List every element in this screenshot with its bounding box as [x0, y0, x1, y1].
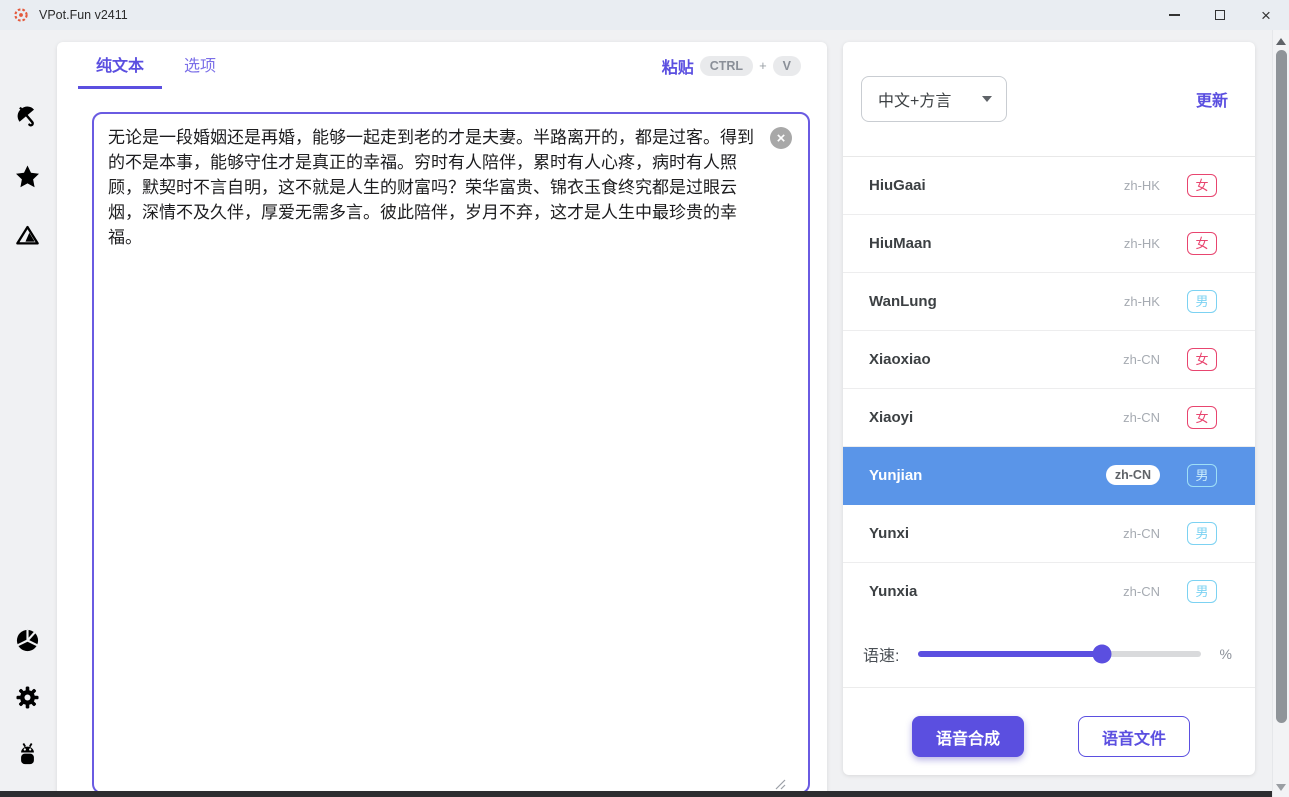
voice-gender-badge: 男 [1187, 464, 1217, 487]
close-button[interactable]: × [1243, 0, 1289, 30]
close-icon: × [1261, 7, 1271, 24]
minimize-button[interactable] [1151, 0, 1197, 30]
chevron-down-icon [982, 96, 992, 102]
voice-name: WanLung [869, 293, 937, 310]
voice-list: HiuGaai zh-HK 女 HiuMaan zh-HK 女 WanLung … [843, 157, 1255, 620]
voice-name: Yunxi [869, 525, 909, 542]
voice-row-meta: zh-CN 女 [1123, 406, 1217, 429]
plus-separator: + [759, 58, 767, 73]
language-filter-value: 中文+方言 [878, 87, 951, 111]
taskbar-strip [0, 791, 1272, 797]
tab-options[interactable]: 选项 [166, 42, 234, 89]
voice-row[interactable]: HiuMaan zh-HK 女 [843, 215, 1255, 273]
scrollbar-thumb[interactable] [1276, 50, 1287, 723]
window-scrollbar[interactable] [1272, 30, 1289, 797]
voice-row-meta: zh-HK 女 [1124, 232, 1217, 255]
voice-locale-tag: zh-CN [1123, 526, 1160, 541]
refresh-voices-button[interactable]: 更新 [1196, 87, 1228, 111]
voice-panel: 中文+方言 更新 HiuGaai zh-HK 女 HiuMaan zh-HK 女… [843, 42, 1255, 775]
actions-section: 语音合成 语音文件 [843, 688, 1255, 772]
star-icon [14, 163, 41, 190]
voice-row[interactable]: Yunjian zh-CN 男 [843, 447, 1255, 505]
voice-locale-tag: zh-CN [1123, 410, 1160, 425]
sidebar-item-robot[interactable] [12, 739, 42, 769]
sidebar-item-mountain[interactable] [12, 220, 42, 250]
sidebar-item-settings[interactable] [12, 682, 42, 712]
synthesize-speech-button[interactable]: 语音合成 [912, 716, 1024, 757]
voice-name: Xiaoyi [869, 409, 913, 426]
voice-locale-tag: zh-CN [1123, 584, 1160, 599]
paste-button[interactable]: 粘贴 [662, 54, 694, 78]
paste-shortcut-group: 粘贴 CTRL + V [662, 42, 801, 89]
voice-row-meta: zh-CN 男 [1123, 522, 1217, 545]
titlebar: VPot.Fun v2411 × [0, 0, 1289, 30]
voice-name: HiuGaai [869, 177, 926, 194]
aperture-icon [14, 627, 41, 654]
voice-row-meta: zh-HK 女 [1124, 174, 1217, 197]
editor-tab-bar: 纯文本 选项 粘贴 CTRL + V [57, 42, 827, 89]
clear-icon: × [777, 131, 786, 146]
sidebar-item-favorites[interactable] [12, 161, 42, 191]
speed-slider-fill [918, 651, 1102, 657]
speed-slider-track[interactable] [918, 651, 1201, 657]
voice-gender-badge: 女 [1187, 406, 1217, 429]
voice-name: Yunjian [869, 467, 922, 484]
ctrl-key-hint: CTRL [700, 56, 753, 76]
voice-locale-tag: zh-HK [1124, 236, 1160, 251]
minimize-icon [1169, 14, 1180, 15]
speed-slider-thumb[interactable] [1093, 644, 1112, 663]
voice-name: Xiaoxiao [869, 351, 931, 368]
language-filter-dropdown[interactable]: 中文+方言 [861, 76, 1007, 122]
voice-row[interactable]: HiuGaai zh-HK 女 [843, 157, 1255, 215]
speech-file-button[interactable]: 语音文件 [1078, 716, 1190, 757]
voice-panel-header: 中文+方言 更新 [843, 42, 1255, 157]
voice-row[interactable]: Yunxi zh-CN 男 [843, 505, 1255, 563]
voice-row-meta: zh-HK 男 [1124, 290, 1217, 313]
scroll-up-arrow-icon[interactable] [1276, 38, 1286, 45]
voice-name: HiuMaan [869, 235, 932, 252]
left-icon-rail [0, 30, 57, 791]
scroll-down-arrow-icon[interactable] [1276, 784, 1286, 791]
voice-row[interactable]: Yunxia zh-CN 男 [843, 563, 1255, 620]
voice-locale-tag: zh-CN [1106, 465, 1160, 485]
voice-gender-badge: 男 [1187, 522, 1217, 545]
voice-name: Yunxia [869, 583, 917, 600]
robot-icon [14, 741, 41, 768]
tab-plain-text[interactable]: 纯文本 [78, 42, 162, 89]
voice-row-meta: zh-CN 男 [1123, 580, 1217, 603]
maximize-icon [1215, 10, 1225, 20]
voice-row[interactable]: Xiaoxiao zh-CN 女 [843, 331, 1255, 389]
voice-gender-badge: 女 [1187, 174, 1217, 197]
voice-gender-badge: 男 [1187, 290, 1217, 313]
settings-gear-icon [14, 684, 41, 711]
app-logo-icon [13, 7, 29, 23]
resize-grip-icon[interactable] [774, 778, 786, 790]
speed-label: 语速: [863, 642, 899, 666]
voice-gender-badge: 女 [1187, 348, 1217, 371]
speed-section: 语速: % [843, 620, 1255, 688]
voice-gender-badge: 男 [1187, 580, 1217, 603]
voice-gender-badge: 女 [1187, 232, 1217, 255]
maximize-button[interactable] [1197, 0, 1243, 30]
window-title: VPot.Fun v2411 [39, 8, 128, 22]
voice-locale-tag: zh-HK [1124, 178, 1160, 193]
sidebar-item-aperture[interactable] [12, 625, 42, 655]
voice-row[interactable]: WanLung zh-HK 男 [843, 273, 1255, 331]
speed-unit-label: % [1219, 646, 1231, 662]
voice-row-meta: zh-CN 男 [1106, 464, 1217, 487]
voice-row[interactable]: Xiaoyi zh-CN 女 [843, 389, 1255, 447]
sidebar-item-umbrella[interactable] [12, 101, 42, 131]
voice-row-meta: zh-CN 女 [1123, 348, 1217, 371]
text-input[interactable]: 无论是一段婚姻还是再婚，能够一起走到老的才是夫妻。半路离开的，都是过客。得到的不… [92, 112, 810, 794]
voice-locale-tag: zh-CN [1123, 352, 1160, 367]
clear-text-button[interactable]: × [770, 127, 792, 149]
umbrella-icon [14, 103, 41, 130]
editor-panel: 纯文本 选项 粘贴 CTRL + V 无论是一段婚姻还是再婚，能够一起走到老的才… [57, 42, 827, 797]
mountain-icon [14, 222, 41, 249]
voice-locale-tag: zh-HK [1124, 294, 1160, 309]
v-key-hint: V [773, 56, 801, 76]
